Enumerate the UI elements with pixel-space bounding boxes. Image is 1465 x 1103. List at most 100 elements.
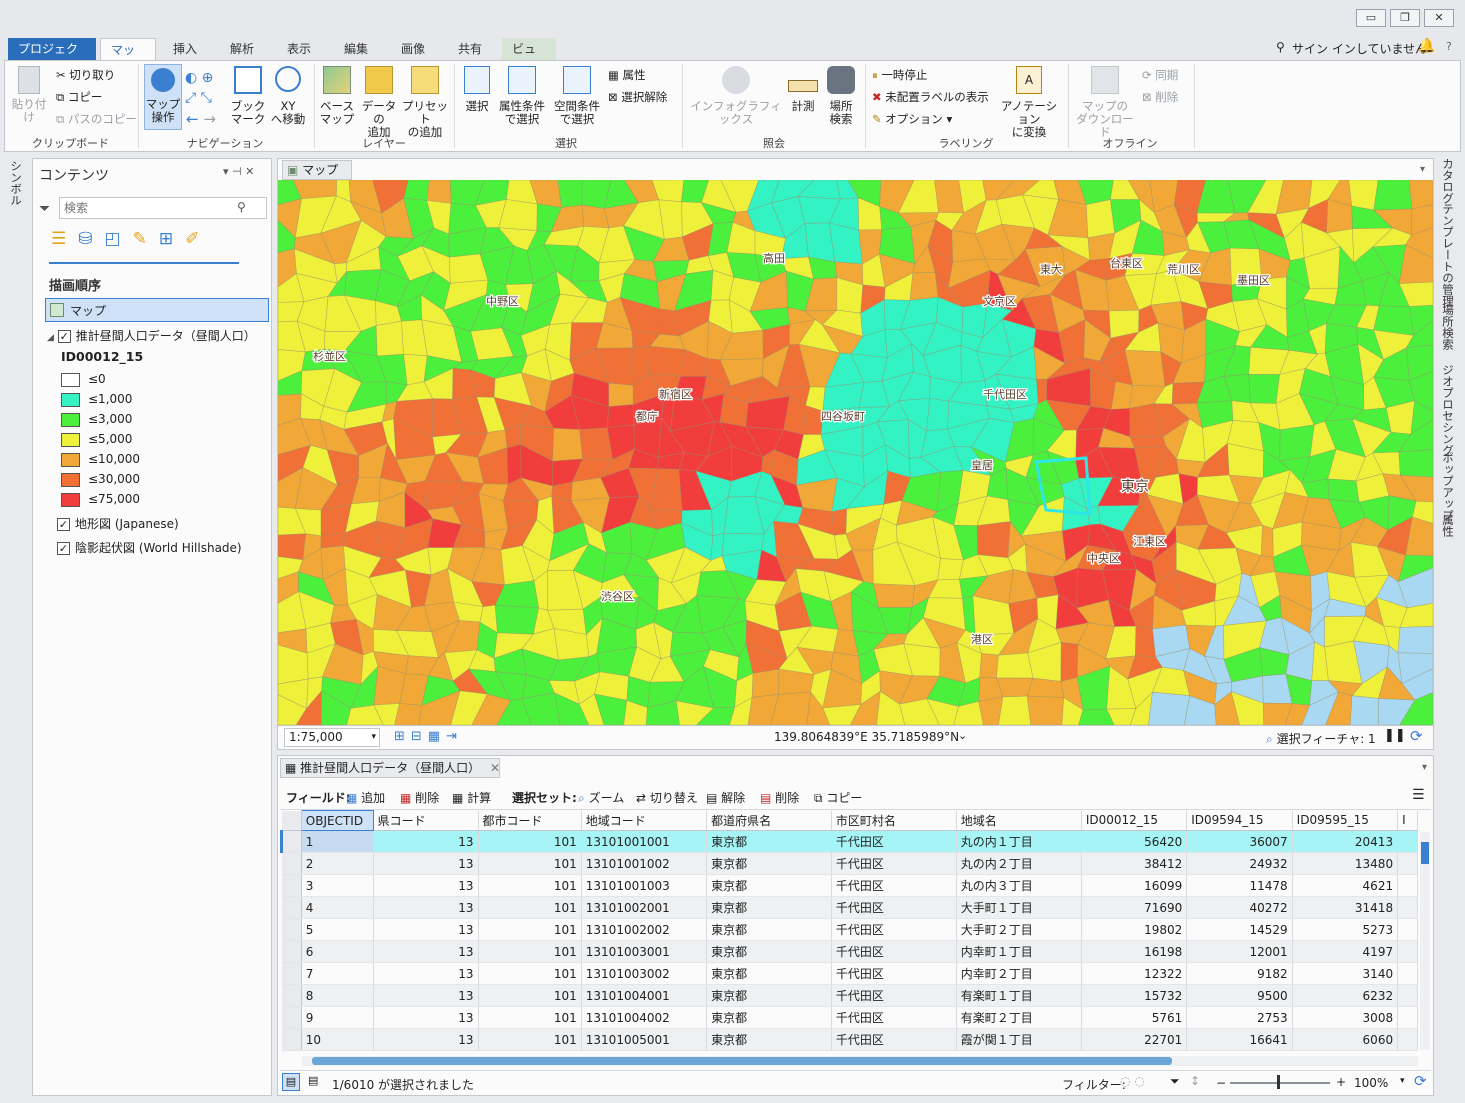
column-header[interactable]: 県コード: [373, 810, 479, 831]
table-cell[interactable]: 11478: [1186, 874, 1293, 897]
row-selector[interactable]: [281, 918, 302, 941]
table-cell[interactable]: 101: [478, 940, 582, 963]
legend-swatch[interactable]: [61, 472, 80, 487]
map-district-polygon[interactable]: [1148, 691, 1191, 725]
table-cell[interactable]: 6060: [1292, 1028, 1399, 1051]
table-cell[interactable]: 千代田区: [831, 918, 957, 941]
table-cell[interactable]: 101: [478, 984, 582, 1007]
table-cell[interactable]: 40272: [1186, 896, 1293, 919]
add-field-button[interactable]: ▦ 追加: [346, 789, 385, 806]
table-cell[interactable]: 千代田区: [831, 984, 957, 1007]
select-button[interactable]: 選択: [460, 66, 494, 113]
map-district-polygon[interactable]: [751, 668, 780, 698]
map-district-polygon[interactable]: [557, 180, 583, 208]
manage-templates-tab[interactable]: テンプレートの管理: [1440, 203, 1456, 307]
table-cell[interactable]: 101: [478, 1006, 582, 1029]
close-button[interactable]: ✕: [1424, 9, 1454, 27]
table-cell[interactable]: 丸の内２丁目: [956, 852, 1082, 875]
table-cell[interactable]: 千代田区: [831, 1028, 957, 1051]
legend-item[interactable]: ≤30,000: [61, 469, 251, 489]
column-header[interactable]: 都市コード: [478, 810, 582, 831]
table-cell[interactable]: [1397, 874, 1418, 897]
map-district-polygon[interactable]: [831, 508, 848, 536]
map-district-polygon[interactable]: [1026, 695, 1065, 725]
table-cell[interactable]: 13101002002: [581, 918, 708, 941]
legend-item[interactable]: ≤1,000: [61, 389, 251, 409]
table-cell[interactable]: [1397, 984, 1418, 1007]
topo-visibility-checkbox[interactable]: ✓: [57, 518, 70, 531]
clear-selection-button[interactable]: ⊠ 選択解除: [608, 88, 667, 106]
table-row[interactable]: 10 13 101 13101005001 東京都 千代田区 霞が関１丁目 22701 1664…: [281, 1028, 1418, 1051]
table-cell[interactable]: 4621: [1292, 874, 1399, 897]
map-district-polygon[interactable]: [1260, 524, 1274, 558]
map-district-polygon[interactable]: [506, 444, 522, 485]
delete-selected-button[interactable]: ▤ 削除: [760, 789, 799, 806]
symbology-pane-tab[interactable]: シンボル: [8, 160, 24, 206]
table-cell[interactable]: 14529: [1186, 918, 1293, 941]
map-district-polygon[interactable]: [647, 345, 686, 377]
table-cell[interactable]: 20413: [1292, 830, 1399, 853]
scrollbar-thumb[interactable]: [312, 1057, 1172, 1065]
nav-tools-icon[interactable]: ◐ ⊕ ⤢ ⤡: [185, 68, 229, 110]
coord-dropdown-icon[interactable]: ⌄: [958, 729, 967, 742]
legend-item[interactable]: ≤75,000: [61, 489, 251, 509]
table-cell[interactable]: 千代田区: [831, 852, 957, 875]
legend-item[interactable]: ≤0: [61, 369, 251, 389]
column-header[interactable]: ID00012_15: [1081, 810, 1188, 831]
map-district-polygon[interactable]: [278, 533, 307, 561]
table-cell[interactable]: [1397, 918, 1418, 941]
table-cell[interactable]: 東京都: [706, 918, 832, 941]
table-cell[interactable]: 千代田区: [831, 830, 957, 853]
table-row[interactable]: 5 13 101 13101002002 東京都 千代田区 大手町２丁目 19802 14529…: [281, 918, 1418, 941]
table-cell[interactable]: 13480: [1292, 852, 1399, 875]
map-status-tools-icon[interactable]: ⊞⊟▦⇥: [394, 729, 463, 744]
table-cell[interactable]: 10: [301, 1028, 374, 1051]
table-cell[interactable]: 3: [301, 874, 374, 897]
map-district-polygon[interactable]: [1036, 378, 1048, 405]
table-cell[interactable]: 3140: [1292, 962, 1399, 985]
table-cell[interactable]: 12001: [1186, 940, 1293, 963]
table-cell[interactable]: 東京都: [706, 830, 832, 853]
table-menu-icon[interactable]: ☰: [1412, 787, 1425, 803]
attributes-pane-tab[interactable]: 属性: [1440, 514, 1456, 537]
signin-status[interactable]: サイン インしていません: [1292, 40, 1427, 57]
show-all-records-icon[interactable]: ▤: [282, 1073, 300, 1091]
table-cell[interactable]: 千代田区: [831, 1006, 957, 1029]
tab-analysis[interactable]: 解析: [220, 38, 264, 60]
contents-search-input[interactable]: [59, 197, 267, 219]
legend-swatch[interactable]: [61, 432, 80, 447]
table-cell[interactable]: 内幸町１丁目: [956, 940, 1082, 963]
infographics-button[interactable]: インフォグラフィックス: [688, 66, 784, 126]
table-cell[interactable]: 101: [478, 1028, 582, 1051]
map-district-polygon[interactable]: [1085, 199, 1116, 239]
chevron-down-icon[interactable]: ▾: [1400, 1076, 1405, 1086]
refresh-icon[interactable]: ⟳: [1410, 727, 1423, 745]
zoom-to-selection-button[interactable]: ⌕ ズーム: [578, 789, 624, 806]
filter-icon[interactable]: ⏷: [39, 201, 50, 217]
table-cell[interactable]: [1397, 896, 1418, 919]
download-map-button[interactable]: マップの ダウンロード: [1072, 66, 1138, 139]
view-mode-toolbar[interactable]: ☰⛁◰✎⊞✐: [51, 229, 241, 259]
paste-button[interactable]: 貼り付け: [8, 66, 50, 124]
table-cell[interactable]: 2: [301, 852, 374, 875]
cut-button[interactable]: ✂ 切り取り: [56, 66, 115, 84]
row-selector[interactable]: [281, 852, 302, 875]
map-district-polygon[interactable]: [1060, 641, 1079, 682]
legend-swatch[interactable]: [61, 452, 80, 467]
map-district-polygon[interactable]: [976, 521, 1011, 559]
table-cell[interactable]: 24932: [1186, 852, 1293, 875]
unplaced-labels-button[interactable]: ✖ 未配置ラベルの表示: [872, 88, 989, 106]
map-district-polygon[interactable]: [1248, 373, 1281, 404]
table-cell[interactable]: 千代田区: [831, 940, 957, 963]
copy-button[interactable]: ⧉ コピー: [56, 88, 102, 106]
table-cell[interactable]: 東京都: [706, 984, 832, 1007]
table-cell[interactable]: 大手町１丁目: [956, 896, 1082, 919]
map-district-polygon[interactable]: [1026, 677, 1065, 698]
table-cell[interactable]: 東京都: [706, 852, 832, 875]
pause-labeling-button[interactable]: ⏸ 一時停止: [872, 66, 927, 84]
labeling-options-button[interactable]: ✎ オプション ▾: [872, 110, 952, 128]
map-canvas[interactable]: 中野区 杉並区 新宿区 都庁 四谷坂町 千代田区 文京区 荒川区 台東区 墨田区 東京 中央区 江東区渋…: [278, 180, 1433, 725]
labeling-view-icon[interactable]: ✐: [185, 229, 211, 249]
table-cell[interactable]: 東京都: [706, 874, 832, 897]
table-cell[interactable]: 13101004002: [581, 1006, 708, 1029]
